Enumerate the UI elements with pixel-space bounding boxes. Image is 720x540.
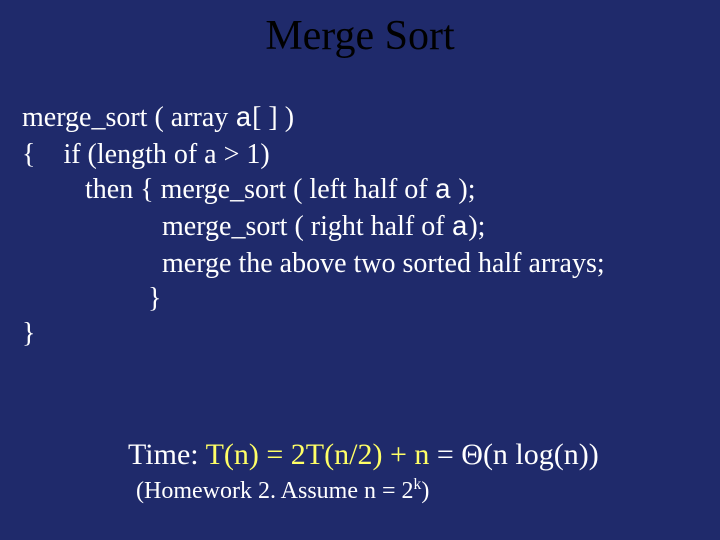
code-line-7: } bbox=[22, 316, 605, 351]
slide-title: Merge Sort bbox=[0, 12, 720, 60]
homework-text-a: (Homework 2. Assume n = 2 bbox=[136, 478, 414, 504]
code-line-1: merge_sort ( array a[ ] ) bbox=[22, 100, 605, 137]
code-line-1c: [ ] ) bbox=[252, 102, 294, 133]
code-line-6: } bbox=[22, 281, 605, 316]
time-complexity-line: Time: T(n) = 2T(n/2) + n = Θ(n log(n)) bbox=[128, 438, 599, 472]
pseudocode-block: merge_sort ( array a[ ] ) { if (length o… bbox=[22, 100, 605, 351]
time-label: Time: bbox=[128, 438, 206, 471]
code-line-4-array: a bbox=[452, 213, 469, 244]
code-line-3-array: a bbox=[435, 176, 452, 207]
code-line-2: { if (length of a > 1) bbox=[22, 137, 605, 172]
time-rhs: = Θ(n log(n)) bbox=[429, 438, 598, 471]
code-line-4a: merge_sort ( right half of bbox=[22, 211, 452, 242]
code-line-5: merge the above two sorted half arrays; bbox=[22, 246, 605, 281]
code-line-1-array: a bbox=[235, 104, 252, 135]
time-lhs: T(n) = bbox=[206, 438, 291, 471]
code-line-1a: merge_sort ( array bbox=[22, 102, 235, 133]
time-recurrence: 2T(n/2) + n bbox=[291, 438, 430, 471]
code-line-3c: ); bbox=[451, 174, 475, 205]
code-line-4c: ); bbox=[468, 211, 485, 242]
code-line-4: merge_sort ( right half of a); bbox=[22, 209, 605, 246]
code-line-3: then { merge_sort ( left half of a ); bbox=[22, 172, 605, 209]
slide: Merge Sort merge_sort ( array a[ ] ) { i… bbox=[0, 0, 720, 540]
homework-text-b: ) bbox=[421, 478, 429, 504]
code-line-3a: then { merge_sort ( left half of bbox=[22, 174, 435, 205]
homework-line: (Homework 2. Assume n = 2k) bbox=[136, 478, 429, 505]
